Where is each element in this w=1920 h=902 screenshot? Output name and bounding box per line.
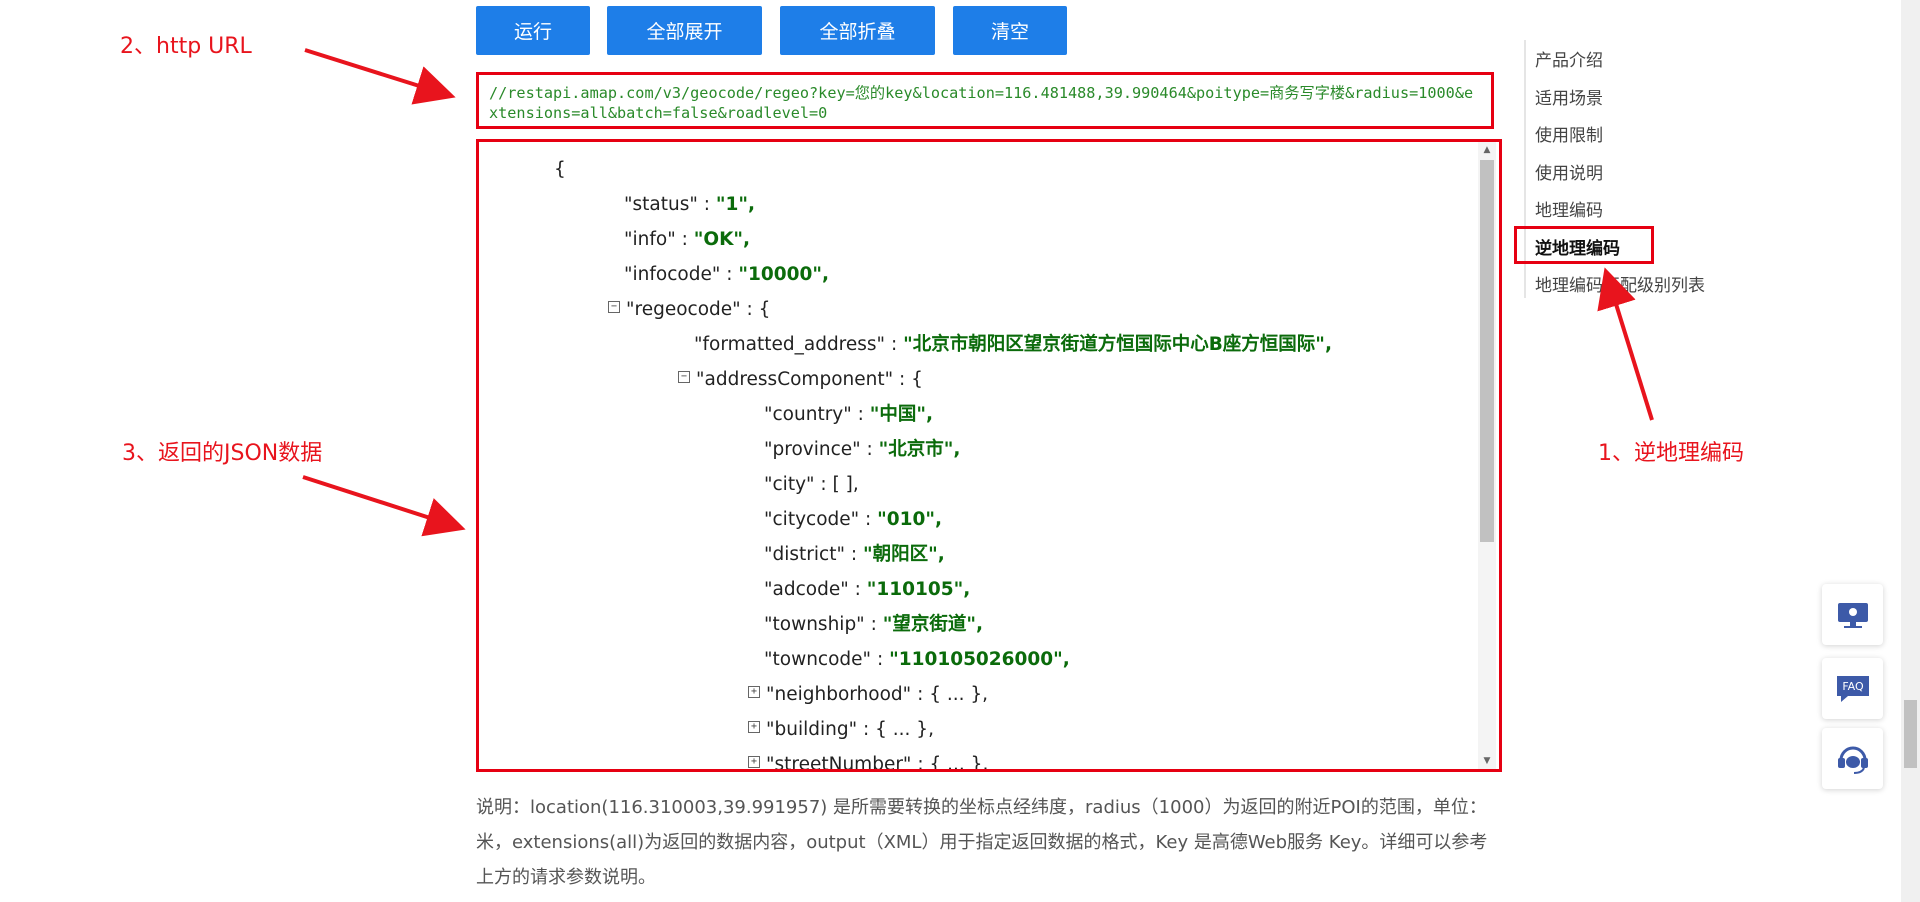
page-scrollbar-thumb[interactable] xyxy=(1904,700,1917,768)
page-scrollbar[interactable] xyxy=(1901,0,1920,902)
faq-widget[interactable]: FAQ xyxy=(1822,658,1883,719)
support-headset-icon xyxy=(1837,746,1868,774)
annotation-arrows xyxy=(302,48,1654,537)
monitor-widget[interactable] xyxy=(1822,584,1883,645)
arrow-to-nav xyxy=(1597,267,1654,421)
monitor-icon xyxy=(1837,602,1868,628)
support-widget[interactable] xyxy=(1822,728,1883,789)
svg-text:FAQ: FAQ xyxy=(1842,680,1864,693)
arrow-to-json xyxy=(302,475,466,537)
faq-icon: FAQ xyxy=(1836,675,1869,702)
arrow-to-url xyxy=(304,48,456,105)
